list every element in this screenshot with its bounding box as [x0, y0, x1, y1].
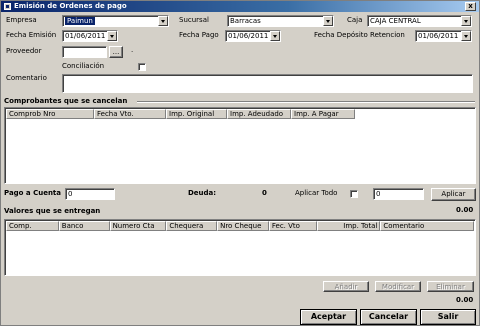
caja-label: Caja — [347, 16, 363, 24]
comprobantes-table-header: Comprob Nro Fecha Vto. Imp. Original Imp… — [6, 109, 474, 119]
app-icon — [4, 3, 11, 10]
valores-section-label: Valores que se entregan — [4, 207, 101, 215]
delete-value-button[interactable]: Eliminar — [427, 281, 474, 292]
pago-a-cuenta-label: Pago a Cuenta — [4, 189, 62, 197]
aplicar-button[interactable]: Aplicar — [431, 188, 476, 201]
total-valores: 0.00 — [456, 296, 474, 304]
column-header[interactable]: Chequera — [166, 221, 218, 231]
pago-a-cuenta-input[interactable]: 0 — [65, 188, 115, 200]
aplicar-todo-label: Aplicar Todo — [295, 189, 338, 197]
close-button[interactable]: x — [465, 2, 476, 11]
caja-select[interactable]: CAJA CENTRAL — [367, 15, 472, 27]
fecha-pago-picker[interactable]: 01/06/2011 — [225, 30, 281, 42]
comentario-input[interactable] — [62, 74, 473, 93]
valores-table-header: Comp. Banco Numero Cta Chequera Nro Cheq… — [6, 221, 474, 231]
column-header[interactable]: Fecha Vto. — [94, 109, 166, 119]
payment-order-window: Emisión de Ordenes de pago x Empresa Pai… — [0, 0, 480, 326]
comprobantes-table[interactable]: Comprob Nro Fecha Vto. Imp. Original Imp… — [4, 107, 476, 184]
aplicar-input[interactable]: 0 — [373, 188, 424, 200]
aplicar-todo-checkbox[interactable] — [350, 190, 358, 198]
fecha-deposito-label: Fecha Depósito Retencion — [314, 31, 405, 39]
total-comprobantes: 0.00 — [456, 206, 474, 214]
chevron-down-icon[interactable] — [323, 16, 333, 26]
deuda-label: Deuda: — [188, 189, 217, 197]
fecha-deposito-value: 01/06/2011 — [418, 32, 459, 40]
cancel-button[interactable]: Cancelar — [360, 309, 417, 325]
deuda-value: 0 — [262, 189, 267, 197]
proveedor-browse-button[interactable]: ... — [109, 46, 123, 58]
sucursal-value: Barracas — [230, 17, 261, 25]
fecha-emision-label: Fecha Emisión — [6, 31, 57, 39]
caja-value: CAJA CENTRAL — [370, 17, 421, 25]
valores-table[interactable]: Comp. Banco Numero Cta Chequera Nro Cheq… — [4, 219, 476, 276]
proveedor-input[interactable] — [62, 46, 107, 58]
column-header[interactable]: Numero Cta — [109, 221, 167, 231]
empresa-value: Paimun — [65, 17, 95, 25]
comentario-label: Comentario — [6, 74, 47, 82]
modify-value-button[interactable]: Modificar — [375, 281, 421, 292]
calendar-dropdown-icon[interactable] — [270, 31, 280, 41]
fecha-pago-label: Fecha Pago — [179, 31, 219, 39]
column-header[interactable]: Nro Cheque — [217, 221, 269, 231]
proveedor-name: . — [131, 46, 134, 54]
column-header[interactable]: Imp. A Pagar — [291, 109, 355, 119]
column-header[interactable]: Comprob Nro — [6, 109, 94, 119]
fecha-emision-picker[interactable]: 01/06/2011 — [62, 30, 118, 42]
column-header[interactable]: Imp. Adeudado — [227, 109, 291, 119]
calendar-dropdown-icon[interactable] — [461, 31, 471, 41]
column-header[interactable]: Comentario — [380, 221, 474, 231]
fecha-deposito-picker[interactable]: 01/06/2011 — [415, 30, 472, 42]
calendar-dropdown-icon[interactable] — [107, 31, 117, 41]
fecha-emision-value: 01/06/2011 — [65, 32, 106, 40]
proveedor-label: Proveedor — [6, 47, 42, 55]
column-header[interactable]: Comp. — [6, 221, 59, 231]
sucursal-label: Sucursal — [179, 16, 209, 24]
chevron-down-icon[interactable] — [461, 16, 471, 26]
comprobantes-section-label: Comprobantes que se cancelan — [4, 97, 128, 105]
column-header[interactable]: Imp. Total — [316, 221, 381, 231]
title-bar[interactable]: Emisión de Ordenes de pago x — [1, 1, 479, 12]
column-header[interactable]: Banco — [58, 221, 110, 231]
exit-button[interactable]: Salir — [420, 309, 476, 325]
empresa-select[interactable]: Paimun — [62, 15, 169, 27]
conciliacion-label: Conciliación — [62, 62, 105, 70]
window-title: Emisión de Ordenes de pago — [14, 2, 127, 10]
column-header[interactable]: Fec. Vto — [268, 221, 317, 231]
sucursal-select[interactable]: Barracas — [227, 15, 334, 27]
chevron-down-icon[interactable] — [158, 16, 168, 26]
column-header[interactable]: Imp. Original — [166, 109, 227, 119]
add-value-button[interactable]: Añadir — [323, 281, 369, 292]
conciliacion-checkbox[interactable] — [138, 63, 146, 71]
fecha-pago-value: 01/06/2011 — [228, 32, 269, 40]
section-divider — [137, 101, 475, 103]
empresa-label: Empresa — [6, 16, 37, 24]
accept-button[interactable]: Aceptar — [300, 309, 357, 325]
